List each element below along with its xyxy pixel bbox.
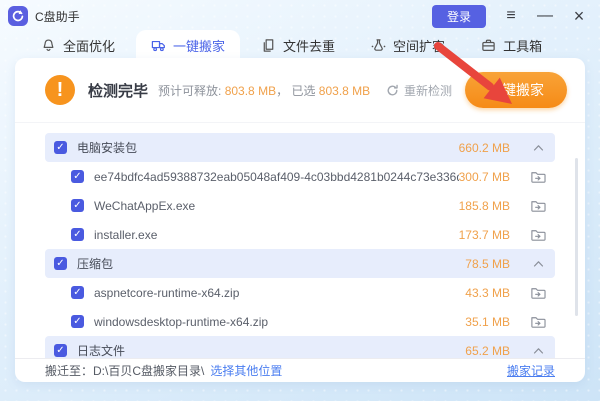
tab-label: 工具箱 <box>503 36 542 55</box>
tab-expand-space[interactable]: 空间扩容 <box>356 30 460 60</box>
open-file-location-icon[interactable] <box>530 285 547 301</box>
file-checkbox[interactable]: ✓ <box>71 228 84 241</box>
dedup-files-icon <box>261 38 276 53</box>
selected-size: 803.8 MB <box>319 84 370 98</box>
category-name: 日志文件 <box>77 342 465 358</box>
category-name: 压缩包 <box>77 255 465 272</box>
file-checkbox[interactable]: ✓ <box>71 199 84 212</box>
tab-label: 空间扩容 <box>393 36 445 55</box>
target-label: 搬迁至： <box>45 362 93 379</box>
file-row[interactable]: ✓ windowsdesktop-runtime-x64.zip35.1 MB <box>45 307 555 336</box>
titlebar: C盘助手 登录 ≡ — × <box>0 0 600 30</box>
status-bar: ! 检测完毕 预计可释放: 803.8 MB， 已选 803.8 MB 重新检测… <box>15 58 585 123</box>
category-checkbox[interactable]: ✓ <box>54 344 67 357</box>
tab-full-optimize[interactable]: 全面优化 <box>26 30 130 60</box>
login-button[interactable]: 登录 <box>432 5 486 28</box>
tab-file-dedup[interactable]: 文件去重 <box>246 30 350 60</box>
category-row[interactable]: ✓ 电脑安装包660.2 MB <box>45 133 555 162</box>
status-detail: 预计可释放: 803.8 MB， 已选 803.8 MB <box>158 82 370 99</box>
file-checkbox[interactable]: ✓ <box>71 286 84 299</box>
minimize-icon[interactable]: — <box>536 8 554 24</box>
file-name: ee74bdfc4ad59388732eab05048af409-4c03bbd… <box>94 170 459 184</box>
category-checkbox[interactable]: ✓ <box>54 141 67 154</box>
tab-bar: 全面优化 一键搬家 文件去重 空间扩容 工具箱 <box>0 30 600 60</box>
truck-icon <box>151 38 166 53</box>
target-path: D:\百贝C盘搬家目录\ <box>93 362 204 379</box>
category-size: 660.2 MB <box>459 141 510 155</box>
file-row[interactable]: ✓ aspnetcore-runtime-x64.zip43.3 MB <box>45 278 555 307</box>
file-name: installer.exe <box>94 228 459 242</box>
file-size: 43.3 MB <box>465 286 510 300</box>
category-row[interactable]: ✓ 压缩包78.5 MB <box>45 249 555 278</box>
file-size: 185.8 MB <box>459 199 510 213</box>
menu-icon[interactable]: ≡ <box>502 8 520 24</box>
status-title: 检测完毕 <box>88 80 148 101</box>
file-row[interactable]: ✓ installer.exe173.7 MB <box>45 220 555 249</box>
one-click-move-button[interactable]: 一键搬家 <box>465 72 567 108</box>
file-row[interactable]: ✓ ee74bdfc4ad59388732eab05048af409-4c03bb… <box>45 162 555 191</box>
optimize-icon <box>41 38 56 53</box>
category-checkbox[interactable]: ✓ <box>54 257 67 270</box>
close-icon[interactable]: × <box>570 8 588 24</box>
refresh-icon <box>386 84 399 97</box>
chevron-up-icon[interactable] <box>530 343 547 359</box>
file-checkbox[interactable]: ✓ <box>71 315 84 328</box>
category-name: 电脑安装包 <box>77 139 459 156</box>
tab-label: 全面优化 <box>63 36 115 55</box>
file-size: 300.7 MB <box>459 170 510 184</box>
chevron-up-icon[interactable] <box>530 140 547 156</box>
open-file-location-icon[interactable] <box>530 198 547 214</box>
expand-space-icon <box>371 38 386 53</box>
recheck-button[interactable]: 重新检测 <box>386 82 452 99</box>
open-file-location-icon[interactable] <box>530 314 547 330</box>
move-history-link[interactable]: 搬家记录 <box>507 362 555 379</box>
toolbox-icon <box>481 38 496 53</box>
tab-label: 文件去重 <box>283 36 335 55</box>
file-size: 173.7 MB <box>459 228 510 242</box>
category-size: 78.5 MB <box>465 257 510 271</box>
file-name: aspnetcore-runtime-x64.zip <box>94 286 465 300</box>
tab-one-click-move[interactable]: 一键搬家 <box>136 30 240 60</box>
tab-label: 一键搬家 <box>173 36 225 55</box>
app-logo-icon <box>8 6 28 26</box>
scrollbar-thumb[interactable] <box>575 158 578 316</box>
file-list: ✓ 电脑安装包660.2 MB ✓ ee74bdfc4ad59388732eab050… <box>45 133 555 358</box>
open-file-location-icon[interactable] <box>530 169 547 185</box>
file-row[interactable]: ✓ WeChatAppEx.exe185.8 MB <box>45 191 555 220</box>
footer-bar: 搬迁至： D:\百贝C盘搬家目录\ 选择其他位置 搬家记录 <box>15 358 585 382</box>
main-panel: ! 检测完毕 预计可释放: 803.8 MB， 已选 803.8 MB 重新检测… <box>15 58 585 382</box>
choose-location-link[interactable]: 选择其他位置 <box>210 362 282 379</box>
open-file-location-icon[interactable] <box>530 227 547 243</box>
release-size: 803.8 MB <box>225 84 276 98</box>
tab-toolbox[interactable]: 工具箱 <box>466 30 557 60</box>
category-size: 65.2 MB <box>465 344 510 358</box>
file-name: windowsdesktop-runtime-x64.zip <box>94 315 465 329</box>
file-checkbox[interactable]: ✓ <box>71 170 84 183</box>
chevron-up-icon[interactable] <box>530 256 547 272</box>
warning-icon: ! <box>45 75 75 105</box>
category-row[interactable]: ✓ 日志文件65.2 MB <box>45 336 555 358</box>
app-title: C盘助手 <box>35 8 80 25</box>
file-name: WeChatAppEx.exe <box>94 199 459 213</box>
file-size: 35.1 MB <box>465 315 510 329</box>
